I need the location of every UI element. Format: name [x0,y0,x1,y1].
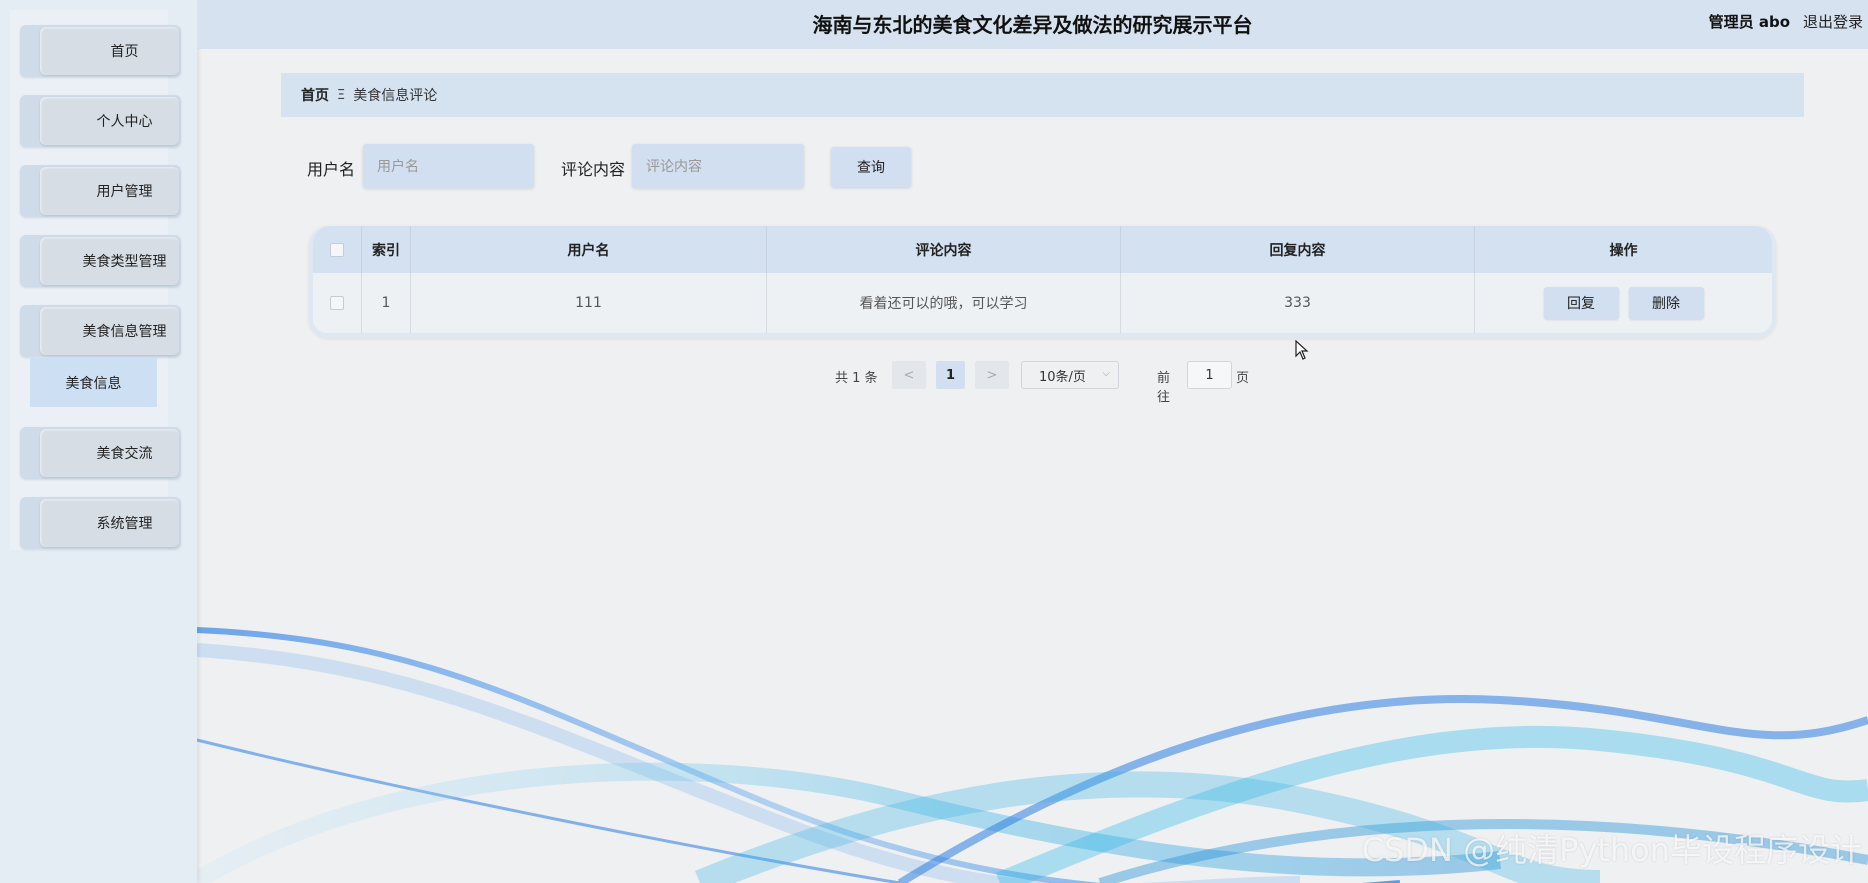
sidebar-item-label: 美食类型管理 [40,237,179,285]
username-filter-label: 用户名 [307,160,356,179]
mouse-cursor-icon [1295,340,1309,360]
breadcrumb-current: 美食信息评论 [353,88,438,104]
watermark: CSDN @纯清Python毕设程序设计 [1361,831,1862,869]
comment-filter-label: 评论内容 [561,160,626,179]
breadcrumb-home[interactable]: 首页 [301,85,329,105]
sidebar-item-label: 个人中心 [40,97,179,145]
page-size-select[interactable]: 10条/页 ⌵ [1021,361,1119,389]
breadcrumb: 首页 Ξ 美食信息评论 [281,73,1804,117]
goto-unit-label: 页 [1236,371,1250,386]
sidebar-item-system[interactable]: 系统管理 [20,497,181,549]
cell-username: 111 [411,273,767,333]
background-waves [192,627,1868,883]
top-header: 海南与东北的美食文化差异及做法的研究展示平台 管理员 abo 退出登录 [197,0,1868,49]
cell-actions: 回复 删除 [1475,273,1772,333]
sidebar-item-food-info[interactable]: 美食信息管理 [20,305,181,357]
next-page-button[interactable]: > [975,361,1009,389]
sidebar-item-label: 美食交流 [40,429,179,477]
column-header-reply: 回复内容 [1121,226,1475,273]
select-all-checkbox[interactable] [330,242,344,257]
admin-user-label: 管理员 abo [1708,13,1790,31]
table-row: 1 111 看着还可以的哦，可以学习 333 回复 删除 [313,273,1772,333]
delete-button[interactable]: 删除 [1628,287,1704,319]
sidebar-item-profile[interactable]: 个人中心 [20,95,181,147]
goto-page-input[interactable]: 1 [1187,361,1232,389]
sidebar-item-food-types[interactable]: 美食类型管理 [20,235,181,287]
sidebar-item-home[interactable]: 首页 [20,25,181,77]
sidebar-item-label: 用户管理 [40,167,179,215]
column-header-comment: 评论内容 [767,226,1121,273]
sidebar-subitem-food-info[interactable]: 美食信息 [30,358,157,407]
cell-comment: 看着还可以的哦，可以学习 [767,273,1121,333]
sidebar: 首页 个人中心 用户管理 美食类型管理 美食信息管理 美食信息 美食交流 系统管… [0,0,197,883]
row-checkbox[interactable] [330,296,344,310]
sidebar-item-food-exchange[interactable]: 美食交流 [20,427,181,479]
column-header-actions: 操作 [1609,242,1638,259]
cell-reply: 333 [1121,273,1475,333]
sidebar-item-users[interactable]: 用户管理 [20,165,181,217]
comment-search-input[interactable]: 评论内容 [632,144,804,188]
reply-button[interactable]: 回复 [1543,287,1619,319]
pagination-total: 共 1 条 [835,371,878,386]
breadcrumb-separator-icon: Ξ [337,87,346,103]
cell-index: 1 [362,273,411,333]
table-header-row: 索引 用户名 评论内容 回复内容 操作 [313,226,1772,273]
sidebar-item-label: 系统管理 [40,499,179,547]
page-size-value: 10条/页 [1039,369,1086,385]
query-button[interactable]: 查询 [831,147,911,187]
comments-table: 索引 用户名 评论内容 回复内容 操作 1 111 看着还可以的哦，可以学习 3… [309,226,1776,338]
username-search-input[interactable]: 用户名 [363,144,534,188]
header-checkbox-cell [313,226,362,273]
sidebar-item-label: 首页 [40,27,179,75]
app-title: 海南与东北的美食文化差异及做法的研究展示平台 [812,13,1253,37]
row-checkbox-cell [313,273,362,333]
chevron-down-icon: ⌵ [1102,368,1110,379]
prev-page-button[interactable]: < [892,361,926,389]
sidebar-item-label: 美食信息管理 [40,307,179,355]
goto-label: 前往 [1157,371,1171,405]
column-header-username: 用户名 [411,226,767,273]
logout-link[interactable]: 退出登录 [1803,11,1863,32]
page-number-button[interactable]: 1 [936,361,965,389]
column-header-index: 索引 [362,226,411,273]
